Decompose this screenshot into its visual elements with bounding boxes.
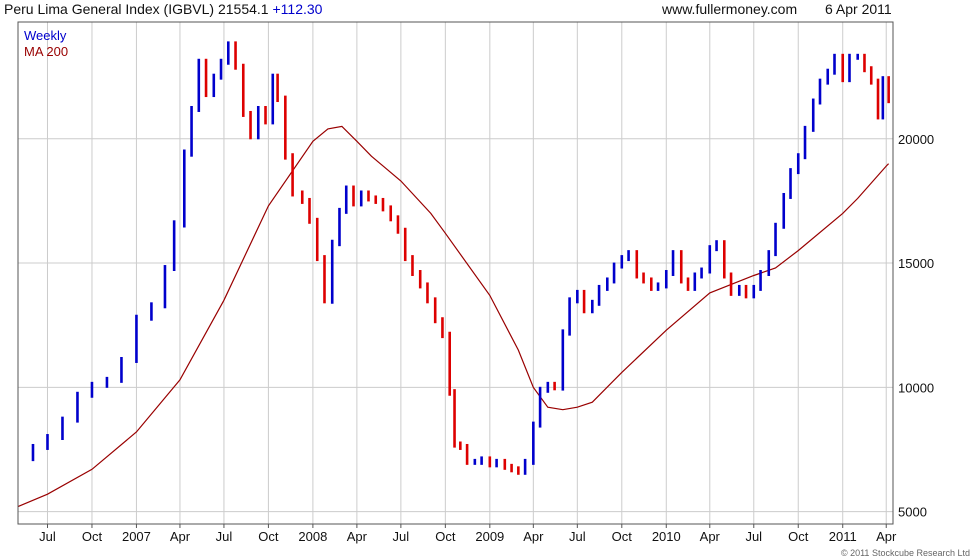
x-tick-label: Oct	[435, 529, 456, 544]
x-tick-label: Apr	[523, 529, 544, 544]
x-tick-label: Oct	[612, 529, 633, 544]
y-axis-ticks: 5000 10000 15000 20000	[898, 132, 934, 520]
legend-ma-200: MA 200	[24, 44, 68, 59]
ma-200-layer	[17, 125, 890, 508]
x-tick-label: Jul	[216, 529, 233, 544]
x-tick-label: Apr	[876, 529, 897, 544]
ma-200-line	[17, 125, 890, 508]
x-tick-label: 2007	[122, 529, 151, 544]
y-tick-label: 15000	[898, 256, 934, 271]
x-tick-label: 2008	[298, 529, 327, 544]
weekly-bars-layer	[31, 41, 890, 475]
x-tick-label: Oct	[82, 529, 103, 544]
x-tick-label: Oct	[788, 529, 809, 544]
legend-weekly: Weekly	[24, 28, 67, 43]
x-tick-label: Jul	[569, 529, 586, 544]
x-tick-label: 2010	[652, 529, 681, 544]
x-axis-ticks: Jul Oct 2007 Apr Jul Oct 2008 Apr Jul Oct 2009 Apr J…	[39, 524, 897, 544]
x-tick-label: Jul	[39, 529, 56, 544]
copyright: © 2011 Stockcube Research Ltd	[841, 548, 970, 558]
y-tick-label: 5000	[898, 505, 927, 520]
x-tick-label: Apr	[170, 529, 191, 544]
x-tick-label: Jul	[393, 529, 410, 544]
price-chart: 5000 10000 15000 20000 Jul Oct 2007 Apr Jul Oct 2…	[17, 21, 970, 558]
x-tick-label: Jul	[745, 529, 762, 544]
x-tick-label: Oct	[258, 529, 279, 544]
x-tick-label: 2009	[475, 529, 504, 544]
x-tick-label: Apr	[347, 529, 368, 544]
y-tick-label: 20000	[898, 132, 934, 147]
y-tick-label: 10000	[898, 380, 934, 395]
x-tick-label: 2011	[829, 529, 857, 544]
x-tick-label: Apr	[700, 529, 721, 544]
